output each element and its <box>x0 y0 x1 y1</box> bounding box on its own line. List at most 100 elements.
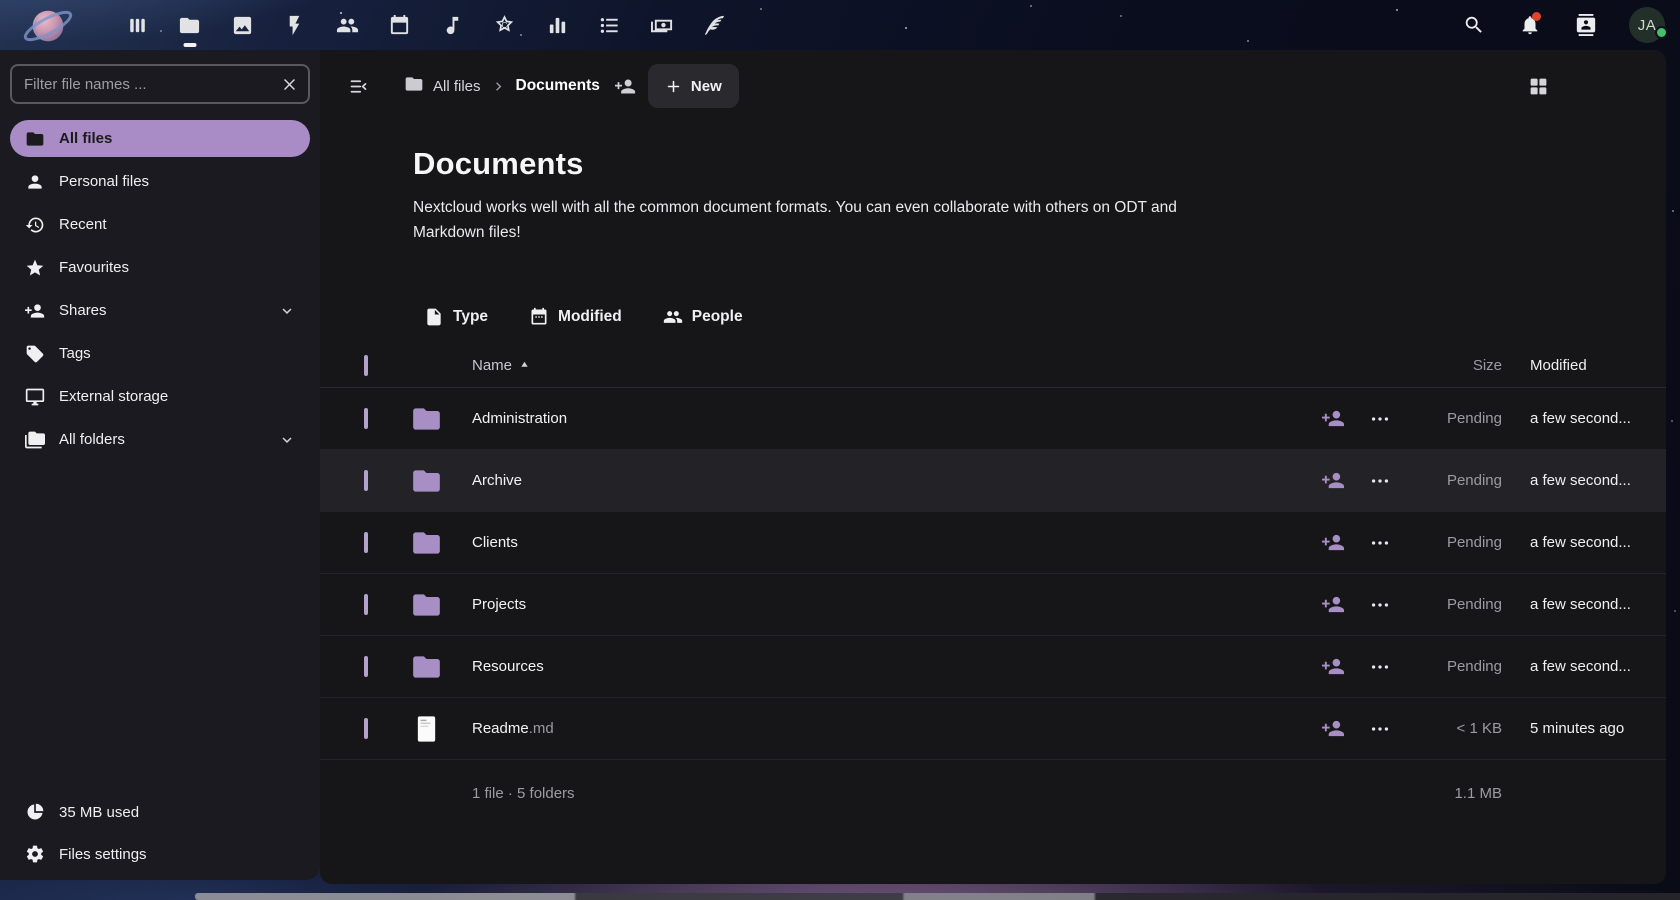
actions-menu-icon[interactable] <box>1360 408 1400 430</box>
share-icon[interactable] <box>1306 717 1360 740</box>
filter-chip-people[interactable]: People <box>663 307 743 327</box>
app-recommendations-icon[interactable]: C <box>479 0 532 50</box>
row-checkbox[interactable] <box>364 656 368 677</box>
view-grid-icon[interactable] <box>1516 64 1560 108</box>
user-avatar[interactable]: JA <box>1614 7 1680 43</box>
sidebar-item-favourites[interactable]: Favourites <box>10 249 310 286</box>
file-modified: a few second... <box>1502 596 1666 613</box>
app-signature-icon[interactable] <box>689 0 742 50</box>
app-music-icon[interactable] <box>426 0 479 50</box>
history-clock-icon <box>24 214 46 236</box>
collapse-sidebar-icon[interactable] <box>336 64 380 108</box>
column-header-name[interactable]: Name <box>472 357 1306 374</box>
share-icon[interactable] <box>1306 593 1360 616</box>
table-row[interactable]: Administration Pending a few second... <box>320 388 1666 450</box>
clear-filter-icon[interactable] <box>278 73 300 95</box>
app-photos-icon[interactable] <box>216 0 269 50</box>
search-icon[interactable] <box>1446 0 1502 50</box>
table-row[interactable]: Archive Pending a few second... <box>320 450 1666 512</box>
new-button[interactable]: New <box>648 64 739 108</box>
actions-menu-icon[interactable] <box>1360 594 1400 616</box>
app-menu: C <box>111 0 741 50</box>
file-modified: a few second... <box>1502 472 1666 489</box>
files-settings-item[interactable]: Files settings <box>10 834 310 874</box>
chevron-down-icon[interactable] <box>278 431 296 449</box>
share-icon[interactable] <box>1306 469 1360 492</box>
table-row[interactable]: Readme.md < 1 KB 5 minutes ago <box>320 698 1666 760</box>
table-row[interactable]: Projects Pending a few second... <box>320 574 1666 636</box>
actions-menu-icon[interactable] <box>1360 656 1400 678</box>
page-title: Documents <box>413 146 1666 182</box>
select-all-checkbox[interactable] <box>364 355 368 376</box>
share-folder-icon[interactable] <box>615 76 636 97</box>
row-checkbox[interactable] <box>364 408 368 429</box>
share-icon[interactable] <box>1306 655 1360 678</box>
row-checkbox[interactable] <box>364 594 368 615</box>
app-activity-icon[interactable] <box>269 0 322 50</box>
nextcloud-logo[interactable] <box>20 0 76 54</box>
account-plus-icon <box>24 300 46 322</box>
column-header-modified[interactable]: Modified <box>1502 357 1666 374</box>
file-size: Pending <box>1400 472 1502 489</box>
folder-icon <box>408 527 445 559</box>
sidebar-item-external-storage[interactable]: External storage <box>10 378 310 415</box>
folder-icon <box>408 589 445 621</box>
share-icon[interactable] <box>1306 531 1360 554</box>
sidebar-item-all-folders[interactable]: All folders <box>10 421 310 458</box>
app-files-icon[interactable] <box>164 0 217 50</box>
pie-chart-icon <box>24 801 46 823</box>
contacts-menu-icon[interactable] <box>1558 0 1614 50</box>
table-row[interactable]: Resources Pending a few second... <box>320 636 1666 698</box>
dock-strip <box>195 893 1680 900</box>
row-checkbox[interactable] <box>364 718 368 739</box>
row-checkbox[interactable] <box>364 532 368 553</box>
file-modified: a few second... <box>1502 658 1666 675</box>
app-dashboard-icon[interactable] <box>111 0 164 50</box>
row-checkbox[interactable] <box>364 470 368 491</box>
notifications-bell-icon[interactable] <box>1502 0 1558 50</box>
online-status-dot <box>1655 26 1668 39</box>
app-money-icon[interactable] <box>636 0 689 50</box>
file-icon <box>424 307 444 327</box>
app-tasks-icon[interactable] <box>584 0 637 50</box>
breadcrumb-root[interactable]: All files <box>433 78 481 95</box>
summary-total-size: 1.1 MB <box>1400 785 1502 802</box>
sidebar-item-label: Shares <box>59 302 107 319</box>
actions-menu-icon[interactable] <box>1360 718 1400 740</box>
sidebar-item-personal-files[interactable]: Personal files <box>10 163 310 200</box>
file-modified: a few second... <box>1502 410 1666 427</box>
chevron-down-icon[interactable] <box>278 302 296 320</box>
sidebar-item-tags[interactable]: Tags <box>10 335 310 372</box>
svg-text:C: C <box>502 20 508 29</box>
sidebar-item-label: Personal files <box>59 173 149 190</box>
files-toolbar: All files Documents New <box>320 64 1666 108</box>
app-analytics-icon[interactable] <box>531 0 584 50</box>
filter-chip-type[interactable]: Type <box>424 307 488 327</box>
file-name: Administration <box>472 410 567 427</box>
sidebar-item-shares[interactable]: Shares <box>10 292 310 329</box>
sidebar-item-recent[interactable]: Recent <box>10 206 310 243</box>
monitor-icon <box>24 386 46 408</box>
quota-item[interactable]: 35 MB used <box>10 792 310 832</box>
column-header-size[interactable]: Size <box>1400 357 1502 374</box>
app-calendar-icon[interactable] <box>374 0 427 50</box>
sidebar-item-label: Tags <box>59 345 91 362</box>
header-right: JA <box>1446 0 1680 50</box>
sidebar-item-label: External storage <box>59 388 168 405</box>
sidebar-item-all-files[interactable]: All files <box>10 120 310 157</box>
file-modified: 5 minutes ago <box>1502 720 1666 737</box>
folder-multiple-icon <box>24 429 46 451</box>
app-contacts-icon[interactable] <box>321 0 374 50</box>
folder-icon <box>408 403 445 435</box>
share-icon[interactable] <box>1306 407 1360 430</box>
table-row[interactable]: Clients Pending a few second... <box>320 512 1666 574</box>
star-icon <box>24 257 46 279</box>
actions-menu-icon[interactable] <box>1360 470 1400 492</box>
chevron-right-icon <box>490 78 507 95</box>
actions-menu-icon[interactable] <box>1360 532 1400 554</box>
file-name: Projects <box>472 596 526 613</box>
files-content: All files Documents New Documents Nextcl… <box>320 50 1666 884</box>
filter-chip-modified[interactable]: Modified <box>529 307 622 327</box>
sort-ascending-icon <box>519 357 530 374</box>
filter-input[interactable] <box>10 64 310 104</box>
